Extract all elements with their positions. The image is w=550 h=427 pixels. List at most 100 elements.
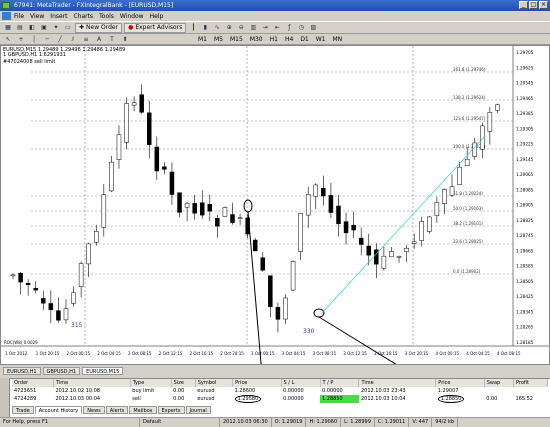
close-button[interactable]: × bbox=[539, 1, 548, 9]
time-axis-label: 3 Oct 20:15 bbox=[405, 351, 429, 356]
text-icon[interactable]: A bbox=[94, 35, 104, 44]
terminal-icon[interactable]: ▭ bbox=[63, 23, 73, 32]
templates-icon[interactable]: ▧ bbox=[308, 23, 318, 32]
vertical-line-icon[interactable]: │ bbox=[29, 35, 39, 44]
wave-label: 330 bbox=[303, 328, 315, 335]
minimize-button[interactable]: _ bbox=[519, 1, 528, 9]
tab-news[interactable]: News bbox=[83, 406, 105, 414]
fibonacci-icon[interactable]: ≡ bbox=[81, 35, 91, 44]
chart-tab-eurusd-h1[interactable]: EURUSD,H1 bbox=[3, 367, 41, 375]
time-axis-label: 2 Oct 20:15 bbox=[220, 351, 244, 356]
trendline-icon[interactable]: ╱ bbox=[55, 35, 65, 44]
table-row[interactable]: 4724289 2012.10.03 00:04 sell 0.00 eurus… bbox=[12, 395, 548, 403]
candlestick-icon[interactable]: ▮ bbox=[200, 23, 210, 32]
profiles-icon[interactable]: ▤ bbox=[15, 23, 25, 32]
market-watch-icon[interactable]: ◧ bbox=[27, 23, 37, 32]
expert-advisors-button[interactable]: ● Expert Advisors bbox=[124, 22, 187, 33]
chart-shift-icon[interactable]: ⇤ bbox=[272, 23, 282, 32]
chart-tab-eurusd-m15[interactable]: EURUSD,M15 bbox=[82, 367, 124, 375]
tile-windows-icon[interactable]: ▥ bbox=[248, 23, 258, 32]
candle-body bbox=[124, 103, 129, 143]
col-profit[interactable]: Profit bbox=[513, 379, 549, 387]
candle-body bbox=[366, 245, 372, 256]
col-tp[interactable]: T / P bbox=[320, 379, 360, 387]
channel-icon[interactable]: ⫽ bbox=[68, 35, 78, 44]
col-order[interactable]: Order bbox=[12, 379, 54, 387]
candle-body bbox=[18, 272, 23, 283]
timeframe-m5[interactable]: M5 bbox=[212, 36, 225, 43]
zoom-in-icon[interactable]: ⊕ bbox=[224, 23, 234, 32]
crosshair-icon[interactable]: + bbox=[16, 35, 26, 44]
tab-account-history[interactable]: Account History bbox=[34, 406, 83, 414]
tab-trade[interactable]: Trade bbox=[12, 406, 34, 414]
candle-body bbox=[260, 257, 266, 271]
new-order-button[interactable]: ✚ New Order bbox=[75, 22, 123, 33]
menu-insert[interactable]: Insert bbox=[50, 13, 67, 20]
wave-label: 315 bbox=[71, 322, 83, 329]
chart-window[interactable]: 1.29705 1.29625 1.29545 1.29465 1.29385 1.293… bbox=[0, 45, 550, 365]
candle-body bbox=[343, 221, 349, 234]
indicators-icon[interactable]: ƒ bbox=[284, 23, 294, 32]
fibonacci-level-label: 50.0 (1.29163) bbox=[453, 206, 483, 211]
navigator-icon[interactable]: ✦ bbox=[51, 23, 61, 32]
menu-view[interactable]: View bbox=[30, 13, 44, 20]
timeframe-h1[interactable]: H1 bbox=[268, 36, 280, 43]
new-chart-icon[interactable]: ▦ bbox=[3, 23, 13, 32]
line-chart-icon[interactable]: ∿ bbox=[212, 23, 222, 32]
candle-body bbox=[33, 287, 38, 291]
new-order-label: New Order bbox=[86, 24, 119, 31]
arrows-icon[interactable]: ⬆ bbox=[120, 35, 130, 44]
timeframe-h4[interactable]: H4 bbox=[283, 36, 295, 43]
time-axis-label: 4 Oct 08:15 bbox=[497, 351, 521, 356]
menu-charts[interactable]: Charts bbox=[74, 13, 94, 20]
col-swap[interactable]: Swap bbox=[484, 379, 514, 387]
candle-body bbox=[487, 112, 493, 132]
timeframe-m15[interactable]: M15 bbox=[228, 36, 245, 43]
col-symbol[interactable]: Symbol bbox=[195, 379, 234, 387]
col-price[interactable]: Price bbox=[232, 379, 282, 387]
tab-journal[interactable]: Journal bbox=[185, 406, 211, 414]
col-close-price[interactable]: Price bbox=[435, 379, 485, 387]
label-icon[interactable]: T bbox=[107, 35, 117, 44]
timeframe-d1[interactable]: D1 bbox=[298, 36, 310, 43]
cursor-icon[interactable]: ↖ bbox=[3, 35, 13, 44]
col-type[interactable]: Type bbox=[130, 379, 172, 387]
fibonacci-level-label: 23.6 (1.29025) bbox=[453, 239, 483, 244]
col-sl[interactable]: S / L bbox=[281, 379, 321, 387]
menu-help[interactable]: Help bbox=[150, 13, 164, 20]
time-axis-label: 3 Oct 04:15 bbox=[282, 351, 306, 356]
timeframe-m30[interactable]: M30 bbox=[248, 36, 265, 43]
data-window-icon[interactable]: ▣ bbox=[39, 23, 49, 32]
tab-experts[interactable]: Experts bbox=[157, 406, 185, 414]
timeframe-w1[interactable]: W1 bbox=[314, 36, 328, 43]
order-close-price: 1.28850 bbox=[436, 395, 484, 403]
timeframe-mn[interactable]: MN bbox=[331, 36, 345, 43]
col-close-time[interactable]: Time bbox=[358, 379, 437, 387]
menu-file[interactable]: File bbox=[14, 13, 24, 20]
autoscroll-icon[interactable]: ⇥ bbox=[260, 23, 270, 32]
periods-icon[interactable]: ◷ bbox=[296, 23, 306, 32]
status-help: For Help, press F1 bbox=[0, 418, 140, 427]
pending-order-label: #47024008 sell limit bbox=[3, 59, 56, 65]
horizontal-line-icon[interactable]: ─ bbox=[42, 35, 52, 44]
menu-window[interactable]: Window bbox=[120, 13, 144, 20]
order-swap bbox=[484, 387, 513, 395]
price-chart[interactable]: 1.29705 1.29625 1.29545 1.29465 1.29385 1.293… bbox=[1, 46, 549, 364]
zoom-out-icon[interactable]: ⊖ bbox=[236, 23, 246, 32]
timeframe-m1[interactable]: M1 bbox=[196, 36, 209, 43]
candle-body bbox=[464, 158, 470, 167]
time-axis-label: 3 Oct 00:15 bbox=[251, 351, 275, 356]
menu-tools[interactable]: Tools bbox=[99, 13, 114, 20]
chart-tab-gbpusd-h1[interactable]: GBPUSD,H1 bbox=[42, 367, 81, 375]
col-time[interactable]: Time bbox=[53, 379, 131, 387]
order-profit bbox=[513, 387, 547, 395]
maximize-button[interactable]: □ bbox=[529, 1, 538, 9]
col-size[interactable]: Size bbox=[171, 379, 196, 387]
time-axis-label: 4 Oct 00:15 bbox=[436, 351, 460, 356]
bar-chart-icon[interactable]: ┃ bbox=[188, 23, 198, 32]
orders-table: Order Time Type Size Symbol Price S / L … bbox=[12, 379, 549, 403]
tab-alerts[interactable]: Alerts bbox=[105, 406, 129, 414]
table-row[interactable]: 4723651 2012.10.02 10:08 buy limit 0.00 … bbox=[12, 387, 548, 395]
tab-mailbox[interactable]: Mailbox bbox=[129, 406, 157, 414]
price-axis-label: 1.28185 bbox=[516, 340, 534, 345]
